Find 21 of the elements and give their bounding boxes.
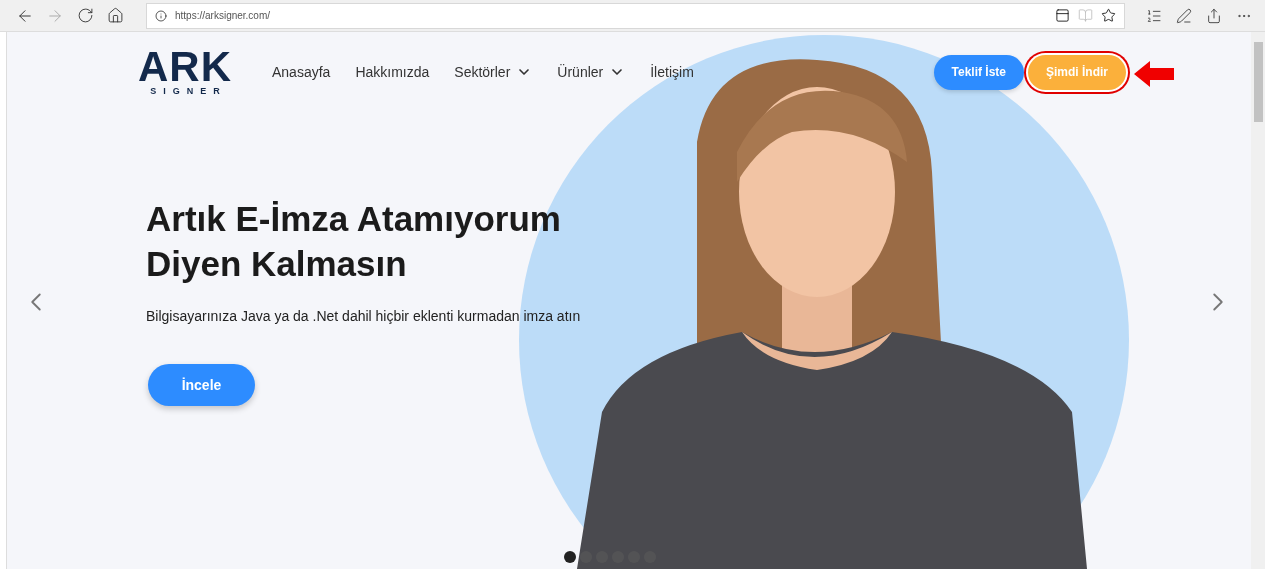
scrollbar-thumb[interactable] [1253, 42, 1263, 122]
nav-link[interactable]: Sektörler [454, 64, 533, 80]
logo[interactable]: ARK SIGNER [138, 48, 232, 96]
window-icon[interactable] [1055, 8, 1070, 23]
carousel-dot[interactable] [580, 551, 592, 563]
address-bar[interactable]: https://arksigner.com/ [146, 2, 1125, 29]
logo-name: ARK [138, 48, 232, 86]
favorite-icon[interactable] [1101, 8, 1116, 23]
info-icon[interactable] [155, 9, 167, 22]
hero-subtitle: Bilgisayarınıza Java ya da .Net dahil hiçbir eklenti kurmadan imza atın [146, 308, 581, 324]
arrow-icon [1134, 60, 1174, 87]
nav-link[interactable]: Ürünler [557, 64, 626, 80]
reading-view-icon[interactable] [1078, 8, 1093, 23]
nav-link[interactable]: İletişim [650, 64, 694, 80]
nav-link[interactable]: Hakkımızda [355, 64, 430, 80]
logo-tagline: SIGNER [150, 86, 227, 96]
carousel-dot[interactable] [564, 551, 576, 563]
url-text: https://arksigner.com/ [175, 10, 272, 21]
nav-link[interactable]: Anasayfa [272, 64, 331, 80]
scrollbar[interactable] [1251, 32, 1265, 569]
hero-title: Artık E-İmza Atamıyorum Diyen Kalmasın [146, 198, 561, 285]
